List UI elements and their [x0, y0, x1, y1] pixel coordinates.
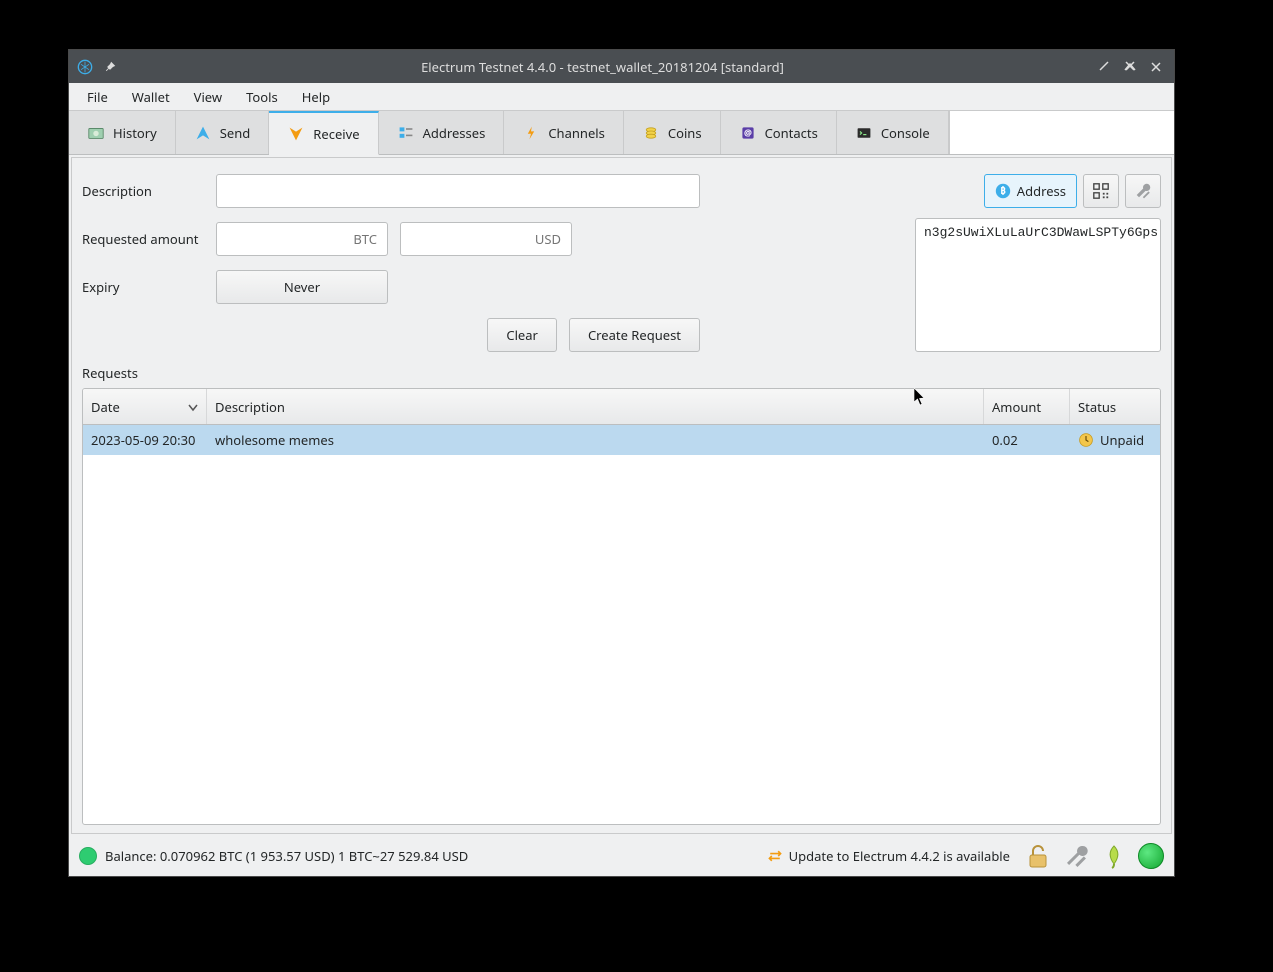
tabbar: History Send Receive Addresses Channels … [69, 110, 1174, 155]
menu-view[interactable]: View [182, 84, 234, 110]
minimize-button[interactable] [1094, 57, 1114, 77]
close-button[interactable] [1146, 57, 1166, 77]
requests-table: Date Description Amount Status 2023-05-0… [82, 388, 1161, 825]
clock-icon [1078, 432, 1094, 448]
pin-icon[interactable] [103, 60, 117, 74]
connection-status-icon[interactable] [79, 847, 97, 865]
app-window: Electrum Testnet 4.4.0 - testnet_wallet_… [68, 49, 1175, 877]
titlebar: Electrum Testnet 4.4.0 - testnet_wallet_… [69, 50, 1174, 83]
tab-label: Console [881, 124, 930, 142]
table-header: Date Description Amount Status [83, 389, 1160, 425]
app-icon [77, 59, 93, 75]
clear-button[interactable]: Clear [487, 318, 557, 352]
update-icon [767, 848, 783, 864]
svg-text:₿: ₿ [1000, 184, 1006, 197]
console-icon [855, 124, 873, 142]
tab-label: History [113, 124, 157, 142]
address-display[interactable]: n3g2sUwiXLuLaUrC3DWawLSPTy6Gps [915, 218, 1161, 352]
cell-date: 2023-05-09 20:30 [83, 431, 207, 449]
tab-console[interactable]: Console [837, 111, 949, 154]
update-text[interactable]: Update to Electrum 4.4.2 is available [789, 847, 1010, 865]
address-toggle-button[interactable]: ₿ Address [984, 174, 1077, 208]
tab-label: Addresses [423, 124, 486, 142]
btc-amount-input[interactable] [216, 222, 388, 256]
col-description[interactable]: Description [207, 389, 984, 424]
tab-send[interactable]: Send [176, 111, 270, 154]
maximize-button[interactable] [1120, 57, 1140, 77]
menu-file[interactable]: File [75, 84, 120, 110]
channels-icon [522, 124, 540, 142]
cell-description: wholesome memes [207, 431, 984, 449]
col-date[interactable]: Date [83, 389, 207, 424]
col-status[interactable]: Status [1070, 389, 1160, 424]
menu-tools[interactable]: Tools [234, 84, 290, 110]
usd-amount-input[interactable] [400, 222, 572, 256]
addresses-icon [397, 124, 415, 142]
menu-wallet[interactable]: Wallet [120, 84, 182, 110]
tab-addresses[interactable]: Addresses [379, 111, 505, 154]
expiry-dropdown[interactable]: Never [216, 270, 388, 304]
tab-contacts[interactable]: @ Contacts [721, 111, 837, 154]
tab-receive[interactable]: Receive [269, 111, 378, 155]
amount-label: Requested amount [82, 230, 216, 248]
tab-label: Channels [548, 124, 605, 142]
requests-label: Requests [82, 364, 1161, 382]
description-label: Description [82, 182, 216, 200]
lock-icon[interactable] [1024, 842, 1052, 870]
statusbar: Balance: 0.070962 BTC (1 953.57 USD) 1 B… [69, 836, 1174, 876]
network-icon[interactable] [1138, 843, 1164, 869]
receive-icon [287, 125, 305, 143]
tab-coins[interactable]: Coins [624, 111, 721, 154]
qr-button[interactable] [1083, 174, 1119, 208]
menu-help[interactable]: Help [290, 84, 342, 110]
send-icon [194, 124, 212, 142]
balance-text: Balance: 0.070962 BTC (1 953.57 USD) 1 B… [105, 847, 468, 865]
tools-button[interactable] [1125, 174, 1161, 208]
preferences-icon[interactable] [1062, 842, 1090, 870]
sort-desc-icon [188, 402, 198, 412]
receive-panel: Description Requested amount Expiry Neve… [71, 157, 1172, 834]
table-row[interactable]: 2023-05-09 20:30 wholesome memes 0.02 Un… [83, 425, 1160, 455]
wrench-icon [1134, 182, 1152, 200]
coins-icon [642, 124, 660, 142]
tab-label: Receive [313, 125, 359, 143]
svg-text:@: @ [744, 127, 752, 139]
description-input[interactable] [216, 174, 700, 208]
tab-label: Coins [668, 124, 702, 142]
create-request-button[interactable]: Create Request [569, 318, 700, 352]
tab-channels[interactable]: Channels [504, 111, 624, 154]
contacts-icon: @ [739, 124, 757, 142]
col-amount[interactable]: Amount [984, 389, 1070, 424]
menubar: File Wallet View Tools Help [69, 83, 1174, 110]
tab-label: Send [220, 124, 251, 142]
cell-status: Unpaid [1070, 431, 1160, 449]
tab-history[interactable]: History [69, 111, 176, 154]
qr-icon [1092, 182, 1110, 200]
bitcoin-icon: ₿ [995, 183, 1011, 199]
history-icon [87, 124, 105, 142]
address-button-label: Address [1017, 182, 1066, 200]
seed-icon[interactable] [1100, 842, 1128, 870]
window-title: Electrum Testnet 4.4.0 - testnet_wallet_… [117, 58, 1088, 76]
cell-amount: 0.02 [984, 431, 1070, 449]
tab-label: Contacts [765, 124, 818, 142]
expiry-label: Expiry [82, 278, 216, 296]
